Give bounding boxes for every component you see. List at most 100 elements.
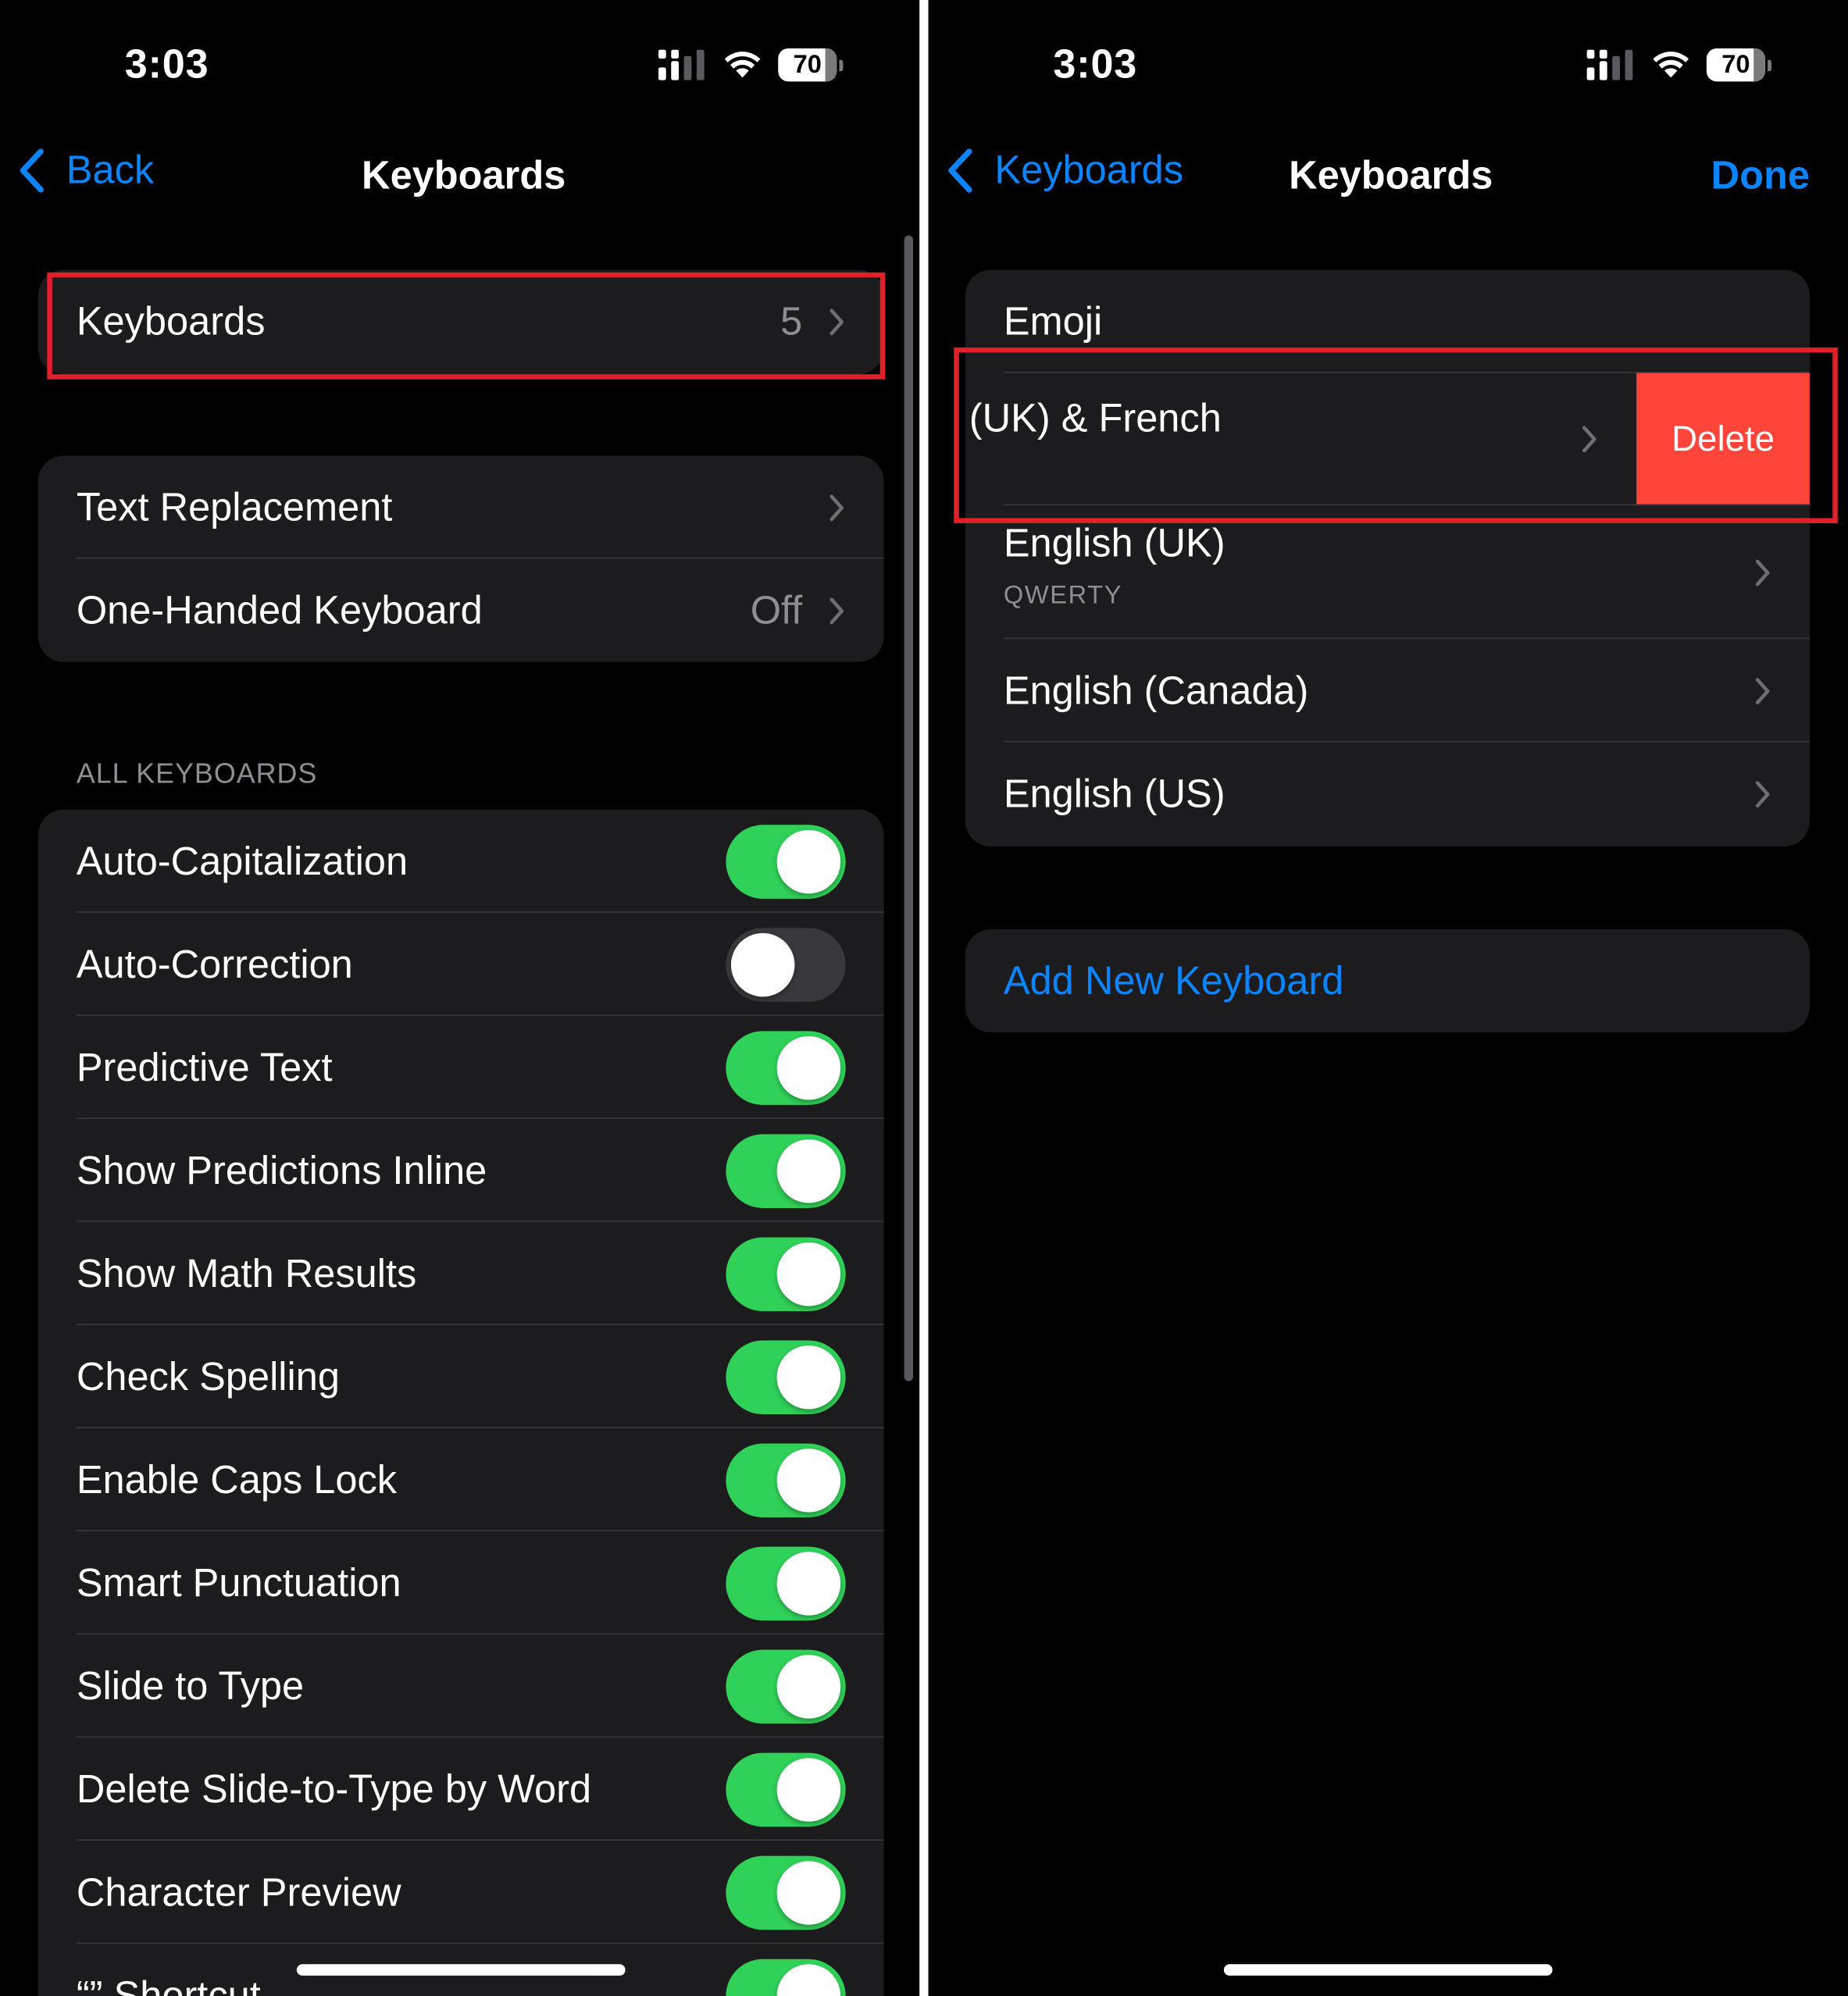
toggle-row[interactable]: Predictive Text (38, 1016, 884, 1119)
screen-divider (919, 0, 929, 1996)
keyboard-label: English (UK) (1003, 520, 1225, 565)
battery-percent: 70 (1721, 50, 1750, 79)
one-handed-keyboard-label: One-Handed Keyboard (76, 587, 483, 633)
comparison-stage: 3:03 70 Back Keyboards Keyboards 5 Text … (0, 0, 1848, 1996)
keyboard-settings-screen: 3:03 70 Back Keyboards Keyboards 5 Text … (0, 0, 920, 1996)
toggle-row[interactable]: Check Spelling (38, 1325, 884, 1428)
keyboard-row-uk-french[interactable]: (UK) & French Delete (965, 372, 1810, 506)
toggle-label: Predictive Text (76, 1044, 333, 1089)
toggle-knob (776, 1654, 841, 1718)
status-icons: 70 (658, 48, 844, 82)
toggle-switch[interactable] (726, 927, 846, 1002)
wifi-icon (1653, 52, 1689, 78)
chevron-right-icon (1755, 558, 1770, 586)
keyboard-label: (UK) & French (969, 395, 1222, 441)
toggle-switch[interactable] (726, 1133, 846, 1208)
status-icons: 70 (1586, 48, 1772, 82)
add-keyboard-group: Add New Keyboard (965, 928, 1810, 1033)
toggle-switch[interactable] (726, 1958, 846, 1996)
toggle-switch[interactable] (726, 1545, 846, 1620)
toggle-knob (776, 1448, 841, 1512)
settings-group: Text Replacement One-Handed Keyboard Off (37, 455, 884, 662)
toggle-switch[interactable] (726, 1648, 846, 1723)
keyboard-row-emoji[interactable]: Emoji (965, 270, 1810, 373)
toggle-switch[interactable] (726, 824, 846, 899)
section-header-all-keyboards: ALL KEYBOARDS (76, 757, 318, 789)
keyboards-row-label: Keyboards (76, 299, 266, 344)
one-handed-keyboard-value: Off (750, 587, 803, 633)
toggle-switch[interactable] (726, 1339, 846, 1414)
chevron-left-icon (20, 148, 44, 193)
delete-button[interactable]: Delete (1636, 372, 1810, 506)
toggle-knob (776, 1963, 841, 1996)
toggle-label: “” Shortcut (76, 1972, 261, 1996)
toggle-label: Check Spelling (76, 1353, 341, 1399)
keyboard-label: Emoji (1003, 298, 1103, 344)
toggle-label: Auto-Capitalization (76, 838, 408, 883)
toggle-switch[interactable] (726, 1855, 846, 1930)
toggle-row[interactable]: Auto-Correction (38, 913, 884, 1016)
back-button-label: Back (66, 148, 155, 193)
keyboard-row-english-canada[interactable]: English (Canada) (965, 639, 1810, 743)
toggle-label: Show Math Results (76, 1250, 417, 1296)
done-button[interactable]: Done (1711, 153, 1810, 199)
toggle-row[interactable]: Show Predictions Inline (38, 1119, 884, 1222)
toggle-row[interactable]: Smart Punctuation (38, 1531, 884, 1635)
chevron-left-icon (948, 148, 972, 193)
all-keyboards-group: Auto-Capitalization Auto-Correction Predic… (37, 809, 884, 1996)
toggle-knob (776, 1035, 841, 1100)
keyboard-label: English (US) (1003, 771, 1225, 816)
add-new-keyboard-label: Add New Keyboard (1003, 957, 1344, 1003)
keyboard-label: English (Canada) (1003, 667, 1309, 713)
chevron-right-icon (829, 308, 844, 336)
toggle-knob (776, 1551, 841, 1615)
keyboards-list-screen: 3:03 70 Keyboards Keyboards Done Emoji (… (928, 0, 1848, 1996)
page-title: Keyboards (1289, 152, 1493, 198)
toggle-switch[interactable] (726, 1236, 846, 1311)
toggle-knob (776, 1345, 841, 1409)
one-handed-keyboard-row[interactable]: One-Handed Keyboard Off (38, 559, 884, 662)
toggle-switch[interactable] (726, 1752, 846, 1827)
keyboards-row[interactable]: Keyboards 5 (38, 270, 884, 375)
toggle-knob (776, 1757, 841, 1821)
status-time: 3:03 (124, 41, 209, 87)
toggle-switch[interactable] (726, 1442, 846, 1517)
toggle-label: Delete Slide-to-Type by Word (76, 1766, 592, 1811)
battery-percent: 70 (793, 50, 822, 79)
toggle-label: Show Predictions Inline (76, 1147, 487, 1192)
keyboard-row-english-uk[interactable]: English (UK) QWERTY (965, 505, 1810, 640)
battery-nub (1768, 59, 1772, 71)
toggle-row[interactable]: Character Preview (38, 1841, 884, 1944)
toggle-switch[interactable] (726, 1030, 846, 1105)
toggle-row[interactable]: Show Math Results (38, 1222, 884, 1325)
toggle-knob (730, 932, 795, 996)
chevron-right-icon (1582, 426, 1596, 453)
toggle-row[interactable]: Auto-Capitalization (38, 810, 884, 913)
battery-nub (839, 59, 844, 71)
toggle-label: Enable Caps Lock (76, 1456, 398, 1502)
toggle-knob (776, 829, 841, 893)
keyboards-count: 5 (780, 299, 803, 344)
keyboard-row-english-us[interactable]: English (US) (965, 742, 1810, 845)
text-replacement-row[interactable]: Text Replacement (38, 456, 884, 559)
home-indicator[interactable] (296, 1964, 626, 1976)
back-button-label: Keyboards (994, 148, 1184, 193)
cellular-signal-icon (1586, 49, 1633, 80)
wifi-icon (724, 52, 761, 78)
back-button[interactable]: Back (18, 148, 154, 194)
chevron-right-icon (1755, 677, 1770, 704)
toggle-row[interactable]: Slide to Type (38, 1634, 884, 1738)
keyboards-group: Keyboards 5 (37, 269, 884, 375)
toggle-row[interactable]: Delete Slide-to-Type by Word (38, 1738, 884, 1841)
toggle-row[interactable]: Enable Caps Lock (38, 1428, 884, 1532)
home-indicator[interactable] (1223, 1964, 1553, 1976)
battery-icon: 70 (1706, 48, 1765, 82)
toggle-label: Slide to Type (76, 1663, 305, 1708)
toggle-knob (776, 1860, 841, 1924)
add-new-keyboard-button[interactable]: Add New Keyboard (965, 929, 1810, 1032)
page-title: Keyboards (362, 152, 566, 198)
chevron-right-icon (829, 597, 844, 624)
back-button[interactable]: Keyboards (946, 148, 1183, 194)
scroll-indicator[interactable] (904, 235, 914, 1381)
keyboard-layout-label: QWERTY (1003, 581, 1123, 610)
